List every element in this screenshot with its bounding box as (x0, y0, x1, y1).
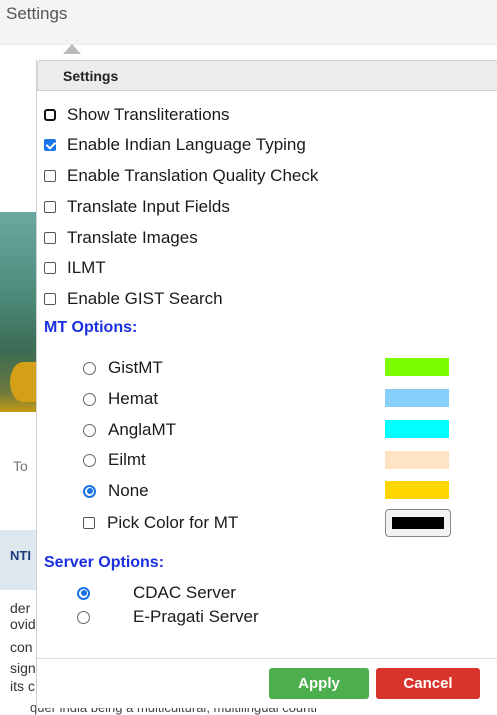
enable-translation-quality-check-checkbox[interactable] (44, 170, 56, 182)
mt-option-eilmt[interactable]: Eilmt (83, 449, 146, 471)
mt-option-hemat[interactable]: Hemat (83, 388, 158, 410)
pick-color-checkbox[interactable] (83, 517, 95, 529)
option-label: Translate Images (67, 228, 198, 247)
server-option-cdac[interactable]: CDAC Server (77, 582, 236, 604)
server-option-label: E-Pragati Server (133, 607, 259, 626)
color-picker-value (392, 517, 444, 529)
epragati-server-radio[interactable] (77, 610, 90, 624)
show-transliterations-checkbox[interactable] (44, 109, 56, 121)
mt-option-label: AnglaMT (108, 420, 177, 439)
top-bar-title[interactable]: Settings (6, 4, 67, 24)
option-ilmt[interactable]: ILMT (44, 257, 106, 279)
mt-options-heading: MT Options: (44, 319, 138, 336)
eilmt-radio[interactable] (83, 453, 96, 467)
translate-input-fields-checkbox[interactable] (44, 201, 56, 213)
color-picker-button[interactable] (385, 509, 451, 537)
eilmt-color-swatch[interactable] (385, 451, 449, 469)
option-label: Enable Translation Quality Check (67, 166, 319, 185)
mt-option-none[interactable]: None (83, 480, 149, 502)
option-enable-gist-search[interactable]: Enable GIST Search (44, 288, 223, 310)
translate-images-checkbox[interactable] (44, 232, 56, 244)
option-enable-indian-language-typing[interactable]: Enable Indian Language Typing (44, 134, 306, 156)
anglamt-radio[interactable] (83, 423, 96, 437)
mt-option-anglamt[interactable]: AnglaMT (83, 419, 176, 441)
gistmt-radio[interactable] (83, 361, 96, 375)
option-label: Enable Indian Language Typing (67, 135, 306, 154)
ilmt-checkbox[interactable] (44, 262, 56, 274)
background-text-line: its c (10, 678, 35, 694)
top-bar: Settings (0, 0, 497, 45)
background-text-to: To (13, 458, 28, 474)
option-label: Show Transliterations (67, 105, 230, 124)
option-enable-translation-quality-check[interactable]: Enable Translation Quality Check (44, 165, 318, 187)
mt-option-label: GistMT (108, 358, 163, 377)
option-label: Translate Input Fields (67, 197, 230, 216)
none-radio[interactable] (83, 484, 96, 498)
popover-caret (63, 44, 81, 54)
anglamt-color-swatch[interactable] (385, 420, 449, 438)
enable-gist-search-checkbox[interactable] (44, 293, 56, 305)
enable-indian-language-typing-checkbox[interactable] (44, 139, 56, 151)
background-image (0, 212, 36, 412)
option-translate-images[interactable]: Translate Images (44, 227, 198, 249)
background-text-line: con (10, 639, 33, 655)
settings-panel: Settings Show Transliterations Enable In… (36, 60, 497, 708)
background-image-emblem (10, 362, 36, 402)
option-label: Enable GIST Search (67, 289, 223, 308)
pick-color-option[interactable]: Pick Color for MT (83, 512, 238, 534)
background-text-line: sign (10, 660, 36, 676)
option-translate-input-fields[interactable]: Translate Input Fields (44, 196, 230, 218)
mt-option-label: Eilmt (108, 450, 146, 469)
mt-option-gistmt[interactable]: GistMT (83, 357, 163, 379)
background-text-line: ovid (10, 616, 36, 632)
server-option-epragati[interactable]: E-Pragati Server (77, 606, 259, 628)
option-show-transliterations[interactable]: Show Transliterations (44, 104, 230, 126)
background-heading-text: NTI (10, 548, 31, 563)
server-option-label: CDAC Server (133, 583, 236, 602)
apply-button[interactable]: Apply (269, 668, 369, 699)
mt-option-label: Hemat (108, 389, 159, 408)
background-text-line: der (10, 600, 31, 616)
option-label: ILMT (67, 258, 106, 277)
none-color-swatch[interactable] (385, 481, 449, 499)
background-heading-band: NTI (0, 530, 36, 590)
settings-panel-title: Settings (63, 68, 119, 84)
footer-divider (37, 658, 497, 659)
server-options-heading: Server Options: (44, 554, 165, 571)
cdac-server-radio[interactable] (77, 586, 90, 600)
settings-panel-header: Settings (37, 60, 497, 91)
mt-option-label: None (108, 481, 149, 500)
hemat-radio[interactable] (83, 392, 96, 406)
hemat-color-swatch[interactable] (385, 389, 449, 407)
gistmt-color-swatch[interactable] (385, 358, 449, 376)
cancel-button[interactable]: Cancel (376, 668, 480, 699)
pick-color-label: Pick Color for MT (107, 513, 239, 532)
